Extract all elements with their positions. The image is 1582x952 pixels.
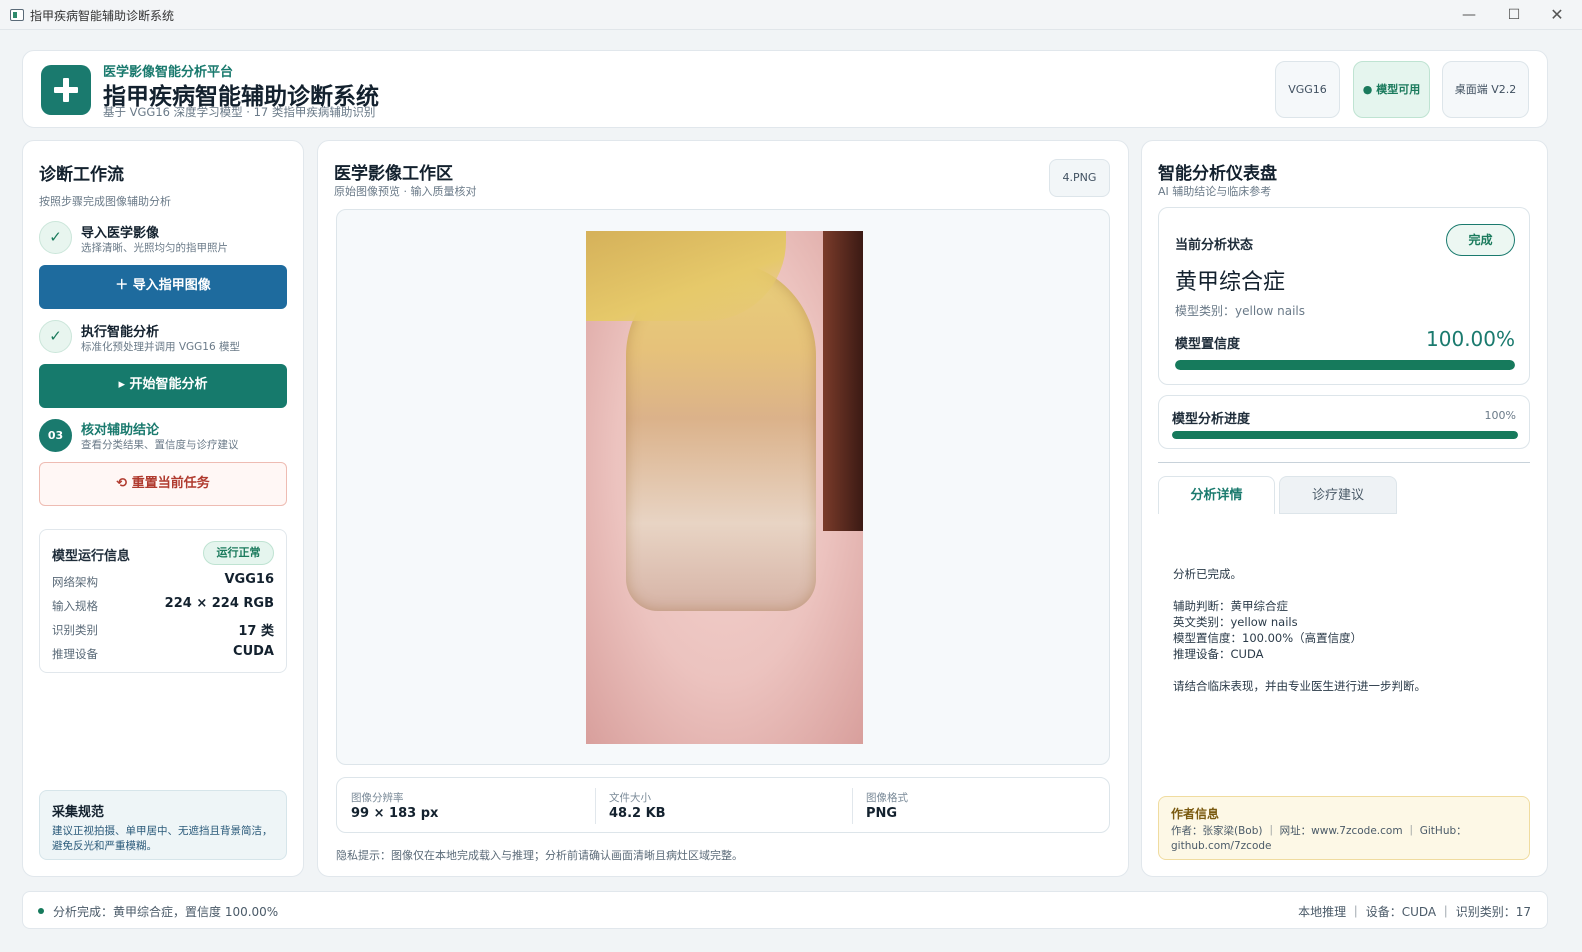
app-icon — [10, 9, 24, 21]
meta-value: PNG — [866, 806, 898, 821]
capture-guidelines: 采集规范 建议正视拍摄、单甲居中、无遮挡且背景简洁，避免反光和严重模糊。 — [39, 790, 287, 860]
privacy-notice: 隐私提示：图像仅在本地完成载入与推理；分析前请确认画面清晰且病灶区域完整。 — [336, 849, 743, 862]
detail-line: 请结合临床表现，并由专业医生进行进一步判断。 — [1173, 679, 1426, 693]
confidence-bar — [1175, 360, 1515, 370]
close-icon[interactable]: ✕ — [1546, 4, 1568, 26]
detail-line: 模型置信度：100.00%（高置信度） — [1173, 631, 1363, 645]
minimize-icon[interactable]: — — [1458, 4, 1480, 26]
meta-value: 48.2 KB — [609, 806, 666, 821]
dashboard-description: AI 辅助结论与临床参考 — [1158, 185, 1272, 198]
workspace-description: 原始图像预览 · 输入质量核对 — [334, 185, 477, 198]
info-row: 识别类别 17 类 — [52, 620, 274, 640]
progress-bar-fill — [1172, 431, 1518, 439]
step2-title: 执行智能分析 — [81, 325, 160, 340]
format-cell: 图像格式 PNG — [852, 778, 1110, 834]
workflow-description: 按照步骤完成图像辅助分析 — [39, 195, 171, 208]
info-value: VGG16 — [224, 572, 275, 587]
divider — [1158, 462, 1530, 463]
status-message: 分析完成：黄甲综合症，置信度 100.00% — [53, 905, 279, 919]
image-preview-area — [336, 209, 1110, 765]
author-info: 作者信息 作者：张家梁(Bob) ｜ 网址：www.7zcode.com ｜ G… — [1158, 796, 1530, 860]
info-key: 识别类别 — [52, 623, 98, 637]
status-info: 本地推理 ｜ 设备：CUDA ｜ 识别类别：17 — [1298, 905, 1531, 919]
info-key: 网络架构 — [52, 575, 98, 589]
detail-line: 推理设备：CUDA — [1173, 647, 1264, 661]
status-dot-icon — [38, 908, 44, 914]
step3-number-badge: 03 — [39, 419, 72, 452]
import-image-button[interactable]: ＋ 导入指甲图像 — [39, 265, 287, 309]
diagnosis-result: 黄甲综合症 — [1175, 270, 1286, 295]
meta-value: 99 × 183 px — [351, 806, 439, 821]
author-description: 作者：张家梁(Bob) ｜ 网址：www.7zcode.com ｜ GitHub… — [1171, 825, 1467, 852]
meta-key: 图像格式 — [866, 792, 908, 804]
app-header: 医学影像智能分析平台 指甲疾病智能辅助诊断系统 基于 VGG16 深度学习模型 … — [22, 50, 1548, 128]
step2-check-icon: ✓ — [39, 320, 72, 353]
window-titlebar: 指甲疾病智能辅助诊断系统 — ☐ ✕ — [0, 0, 1582, 30]
step3-description: 查看分类结果、置信度与诊疗建议 — [81, 439, 239, 451]
step2-description: 标准化预处理并调用 VGG16 模型 — [81, 341, 240, 353]
info-row: 输入规格 224 × 224 RGB — [52, 596, 274, 616]
progress-card: 模型分析进度 100% — [1158, 395, 1530, 449]
filesize-cell: 文件大小 48.2 KB — [595, 778, 853, 834]
info-value: CUDA — [233, 644, 274, 659]
model-info-card: 模型运行信息 运行正常 网络架构 VGG16 输入规格 224 × 224 RGB … — [39, 529, 287, 673]
tab-treatment-advice[interactable]: 诊疗建议 — [1279, 476, 1397, 514]
running-status-badge: 运行正常 — [203, 541, 274, 565]
confidence-value: 100.00% — [1426, 327, 1515, 351]
author-title: 作者信息 — [1171, 807, 1220, 821]
analysis-detail-text: 分析已完成。 辅助判断：黄甲综合症 英文类别：yellow nails 模型置信… — [1173, 566, 1426, 694]
confidence-label: 模型置信度 — [1175, 337, 1241, 352]
model-info-title: 模型运行信息 — [52, 549, 131, 564]
info-key: 输入规格 — [52, 599, 98, 613]
status-bar: 分析完成：黄甲综合症，置信度 100.00% 本地推理 ｜ 设备：CUDA ｜ … — [22, 891, 1548, 929]
progress-label: 模型分析进度 — [1172, 412, 1251, 427]
progress-value: 100% — [1484, 409, 1516, 422]
dashboard-title: 智能分析仪表盘 — [1158, 164, 1277, 184]
detail-line — [1173, 582, 1426, 598]
step1-title: 导入医学影像 — [81, 226, 160, 241]
reset-task-button[interactable]: ⟲ 重置当前任务 — [39, 462, 287, 506]
meta-key: 文件大小 — [609, 792, 651, 804]
window-title: 指甲疾病智能辅助诊断系统 — [30, 9, 175, 23]
analysis-status-card: 当前分析状态 完成 黄甲综合症 模型类别：yellow nails 模型置信度 … — [1158, 207, 1530, 385]
guidelines-title: 采集规范 — [52, 805, 105, 820]
fingernail-image — [586, 231, 863, 744]
info-row: 网络架构 VGG16 — [52, 572, 274, 592]
filename-badge: 4.PNG — [1049, 159, 1110, 197]
info-value: 17 类 — [238, 624, 274, 639]
version-badge: 桌面端 V2.2 — [1442, 61, 1529, 118]
medical-cross-icon — [41, 65, 91, 115]
status-badge: 完成 — [1446, 224, 1515, 256]
model-available-badge: ● 模型可用 — [1353, 61, 1430, 118]
step3-title: 核对辅助结论 — [81, 423, 160, 438]
detail-line: 英文类别：yellow nails — [1173, 615, 1298, 629]
workflow-title: 诊断工作流 — [39, 165, 124, 185]
step1-description: 选择清晰、光照均匀的指甲照片 — [81, 242, 228, 254]
progress-bar — [1172, 431, 1518, 439]
confidence-bar-fill — [1175, 360, 1515, 370]
info-value: 224 × 224 RGB — [164, 596, 274, 611]
detail-line: 分析已完成。 — [1173, 567, 1242, 581]
meta-key: 图像分辨率 — [351, 792, 404, 804]
status-label: 当前分析状态 — [1175, 238, 1254, 253]
model-badge: VGG16 — [1275, 61, 1340, 118]
detail-line: 辅助判断：黄甲综合症 — [1173, 599, 1288, 613]
image-workspace: 医学影像工作区 原始图像预览 · 输入质量核对 4.PNG 图像分辨率 99 ×… — [317, 140, 1129, 877]
dashboard-panel: 智能分析仪表盘 AI 辅助结论与临床参考 当前分析状态 完成 黄甲综合症 模型类… — [1141, 140, 1548, 877]
header-description: 基于 VGG16 深度学习模型 · 17 类指甲疾病辅助识别 — [103, 105, 376, 119]
guidelines-description: 建议正视拍摄、单甲居中、无遮挡且背景简洁，避免反光和严重模糊。 — [52, 825, 273, 852]
start-analysis-button[interactable]: ▸ 开始智能分析 — [39, 364, 287, 408]
info-row: 推理设备 CUDA — [52, 644, 274, 664]
tab-analysis-details[interactable]: 分析详情 — [1158, 476, 1275, 514]
workspace-title: 医学影像工作区 — [334, 164, 453, 184]
workflow-panel: 诊断工作流 按照步骤完成图像辅助分析 ✓ 导入医学影像 选择清晰、光照均匀的指甲… — [22, 140, 304, 877]
step1-check-icon: ✓ — [39, 221, 72, 254]
resolution-cell: 图像分辨率 99 × 183 px — [337, 778, 595, 834]
detail-line — [1173, 662, 1426, 678]
maximize-icon[interactable]: ☐ — [1503, 4, 1525, 26]
image-metadata: 图像分辨率 99 × 183 px 文件大小 48.2 KB 图像格式 PNG — [336, 777, 1110, 833]
model-category: 模型类别：yellow nails — [1175, 304, 1306, 318]
info-key: 推理设备 — [52, 647, 98, 661]
